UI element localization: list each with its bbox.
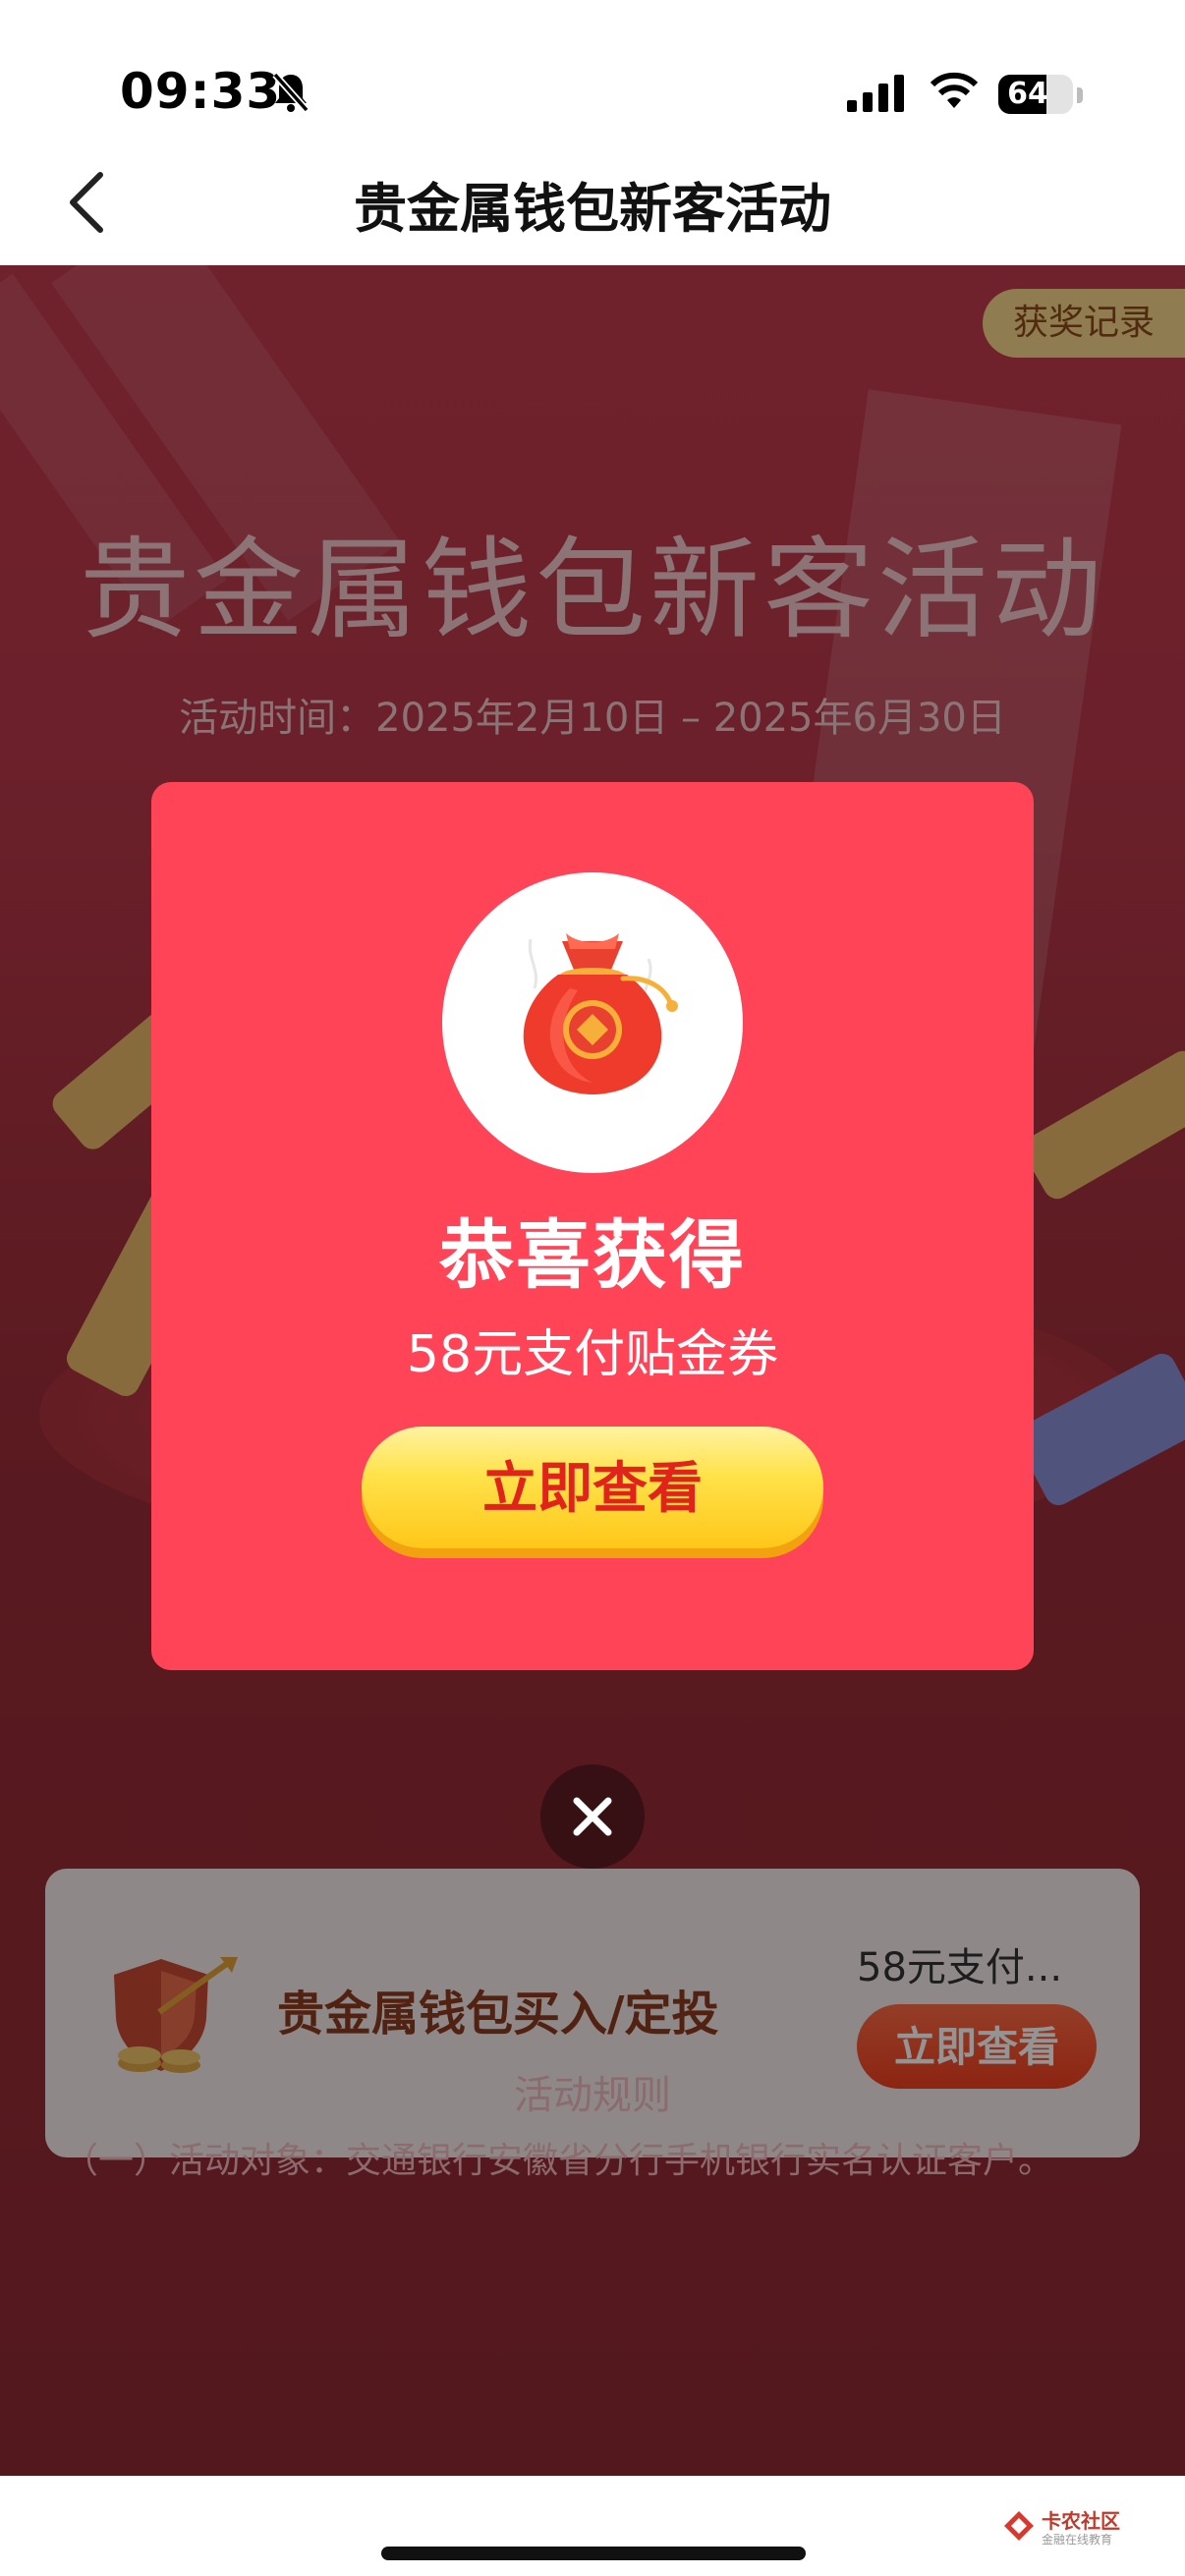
watermark-logo-icon [1004, 2511, 1034, 2541]
bottom-area: 卡农社区 金融在线教育 [0, 2476, 1185, 2576]
page-title: 贵金属钱包新客活动 [354, 178, 831, 240]
close-icon [573, 1797, 612, 1836]
nav-bar: 贵金属钱包新客活动 [0, 138, 1185, 265]
status-time: 09:33 [120, 63, 282, 120]
home-indicator[interactable] [381, 2547, 806, 2560]
congrats-title: 恭喜获得 [439, 1211, 746, 1299]
battery-level: 64 [1007, 77, 1048, 111]
bell-slash-icon [272, 72, 310, 113]
wifi-icon [930, 72, 979, 108]
prize-image [442, 872, 743, 1173]
watermark-name: 卡农社区 [1042, 2509, 1120, 2533]
watermark-sub: 金融在线教育 [1042, 2533, 1113, 2547]
red-money-bag-icon [523, 933, 678, 1094]
status-bar: 09:33 64 [0, 0, 1185, 138]
close-button[interactable] [540, 1764, 645, 1869]
battery-icon: 64 [998, 75, 1073, 114]
prize-modal: 恭喜获得 58元支付贴金券 立即查看 [151, 782, 1034, 1670]
view-now-button[interactable]: 立即查看 [362, 1427, 823, 1548]
battery-cap [1077, 87, 1083, 103]
signal-icon [847, 75, 904, 112]
prize-name: 58元支付贴金券 [406, 1325, 779, 1384]
